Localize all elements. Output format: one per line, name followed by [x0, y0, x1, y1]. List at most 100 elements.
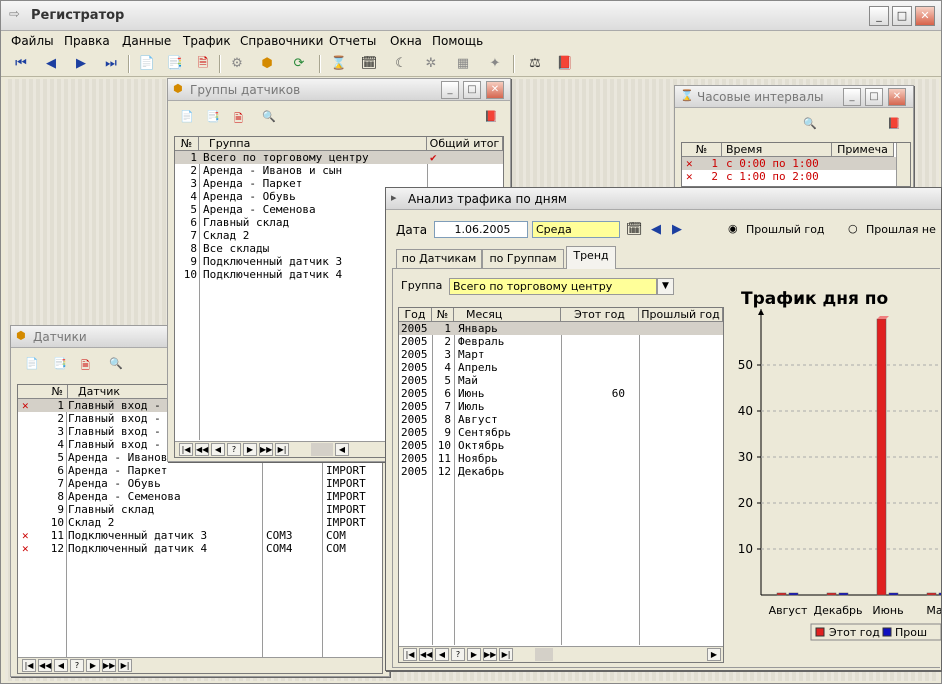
new-doc-icon[interactable]: 📄: [137, 54, 157, 74]
nav-help-button[interactable]: ?: [227, 443, 241, 456]
nav-next-page-button[interactable]: ▶▶: [259, 443, 273, 456]
col-header-note[interactable]: Примеча: [832, 143, 894, 157]
search-icon[interactable]: 🔍: [262, 110, 276, 123]
scrollbar[interactable]: [896, 143, 910, 186]
nav-last-button[interactable]: ▶|: [275, 443, 289, 456]
col-header-total[interactable]: Общий итог: [427, 137, 503, 151]
delete-doc-icon[interactable]: 🗎: [193, 54, 213, 74]
col-header-month[interactable]: Месяц: [454, 308, 561, 322]
scroll-thumb[interactable]: [311, 443, 333, 456]
search-icon[interactable]: 🔍: [803, 117, 817, 130]
menu-windows[interactable]: Окна: [390, 34, 422, 48]
menu-data[interactable]: Данные: [122, 34, 171, 48]
nav-next-page-button[interactable]: ▶▶: [102, 659, 116, 672]
nav-prev-page-button[interactable]: ◀◀: [38, 659, 52, 672]
nav-next-page-button[interactable]: ▶▶: [483, 648, 497, 661]
next-day-icon[interactable]: ▶: [672, 222, 682, 237]
copy-doc-icon[interactable]: 📑: [165, 54, 185, 74]
nav-prev-button[interactable]: ◀: [54, 659, 68, 672]
table-row[interactable]: 2005 6 Июнь 60: [399, 387, 723, 400]
hours-minimize-button[interactable]: _: [843, 88, 861, 106]
menu-help[interactable]: Помощь: [432, 34, 483, 48]
nav-next-button[interactable]: ▶: [243, 443, 257, 456]
scales-icon[interactable]: ⚖: [525, 54, 545, 74]
table-row[interactable]: ✕ 1 с 0:00 по 1:00: [682, 157, 910, 170]
nav-last-button[interactable]: ▶|: [499, 648, 513, 661]
table-row[interactable]: 2005 8 Август: [399, 413, 723, 426]
table-row[interactable]: 2005 12 Декабрь: [399, 465, 723, 478]
calendar-icon[interactable]: 🗓: [626, 222, 643, 237]
col-header-group[interactable]: Группа: [199, 137, 427, 151]
nav-last-button[interactable]: ▶|: [118, 659, 132, 672]
hourglass-icon[interactable]: ⌛: [329, 54, 349, 74]
radio-prev-week[interactable]: ○: [848, 222, 858, 235]
radio-prev-year[interactable]: ◉: [728, 222, 738, 235]
nav-prev-button[interactable]: ◀: [211, 443, 225, 456]
table-row[interactable]: 2005 3 Март: [399, 348, 723, 361]
table-row[interactable]: ✕ 12 Подключенный датчик 4 COM4 COM: [18, 542, 382, 555]
chevron-down-icon[interactable]: ▼: [657, 278, 674, 295]
tool-icon[interactable]: ✦: [485, 54, 505, 74]
menu-files[interactable]: Файлы: [11, 34, 54, 48]
search-icon[interactable]: 🔍: [109, 357, 123, 370]
delete-doc-icon[interactable]: 🗎: [81, 357, 90, 376]
table-row[interactable]: 2005 4 Апрель: [399, 361, 723, 374]
tab-trend[interactable]: Тренд: [566, 246, 616, 269]
nav-next-button[interactable]: ▶: [467, 648, 481, 661]
table-row[interactable]: 2005 10 Октябрь: [399, 439, 723, 452]
col-header-n[interactable]: №: [682, 143, 722, 157]
moon-icon[interactable]: ☾: [391, 54, 411, 74]
col-header-n[interactable]: №: [18, 385, 68, 399]
refresh-icon[interactable]: ⟳: [289, 54, 309, 74]
table-row[interactable]: 2 Аренда - Иванов и сын: [175, 164, 503, 177]
tab-by-groups[interactable]: по Группам: [482, 249, 564, 269]
menu-references[interactable]: Справочники: [240, 34, 323, 48]
groups-maximize-button[interactable]: □: [463, 81, 481, 99]
table-row[interactable]: 2005 11 Ноябрь: [399, 452, 723, 465]
table-row[interactable]: 2005 7 Июль: [399, 400, 723, 413]
cube-icon[interactable]: ⬢: [257, 54, 277, 74]
total-check-icon[interactable]: ✔: [430, 151, 437, 164]
grid-icon[interactable]: ▦: [453, 54, 473, 74]
menu-reports[interactable]: Отчеты: [329, 34, 376, 48]
group-select[interactable]: Всего по торговому центру: [449, 278, 657, 295]
table-row[interactable]: 6 Аренда - Паркет IMPORT: [18, 464, 382, 477]
book-icon[interactable]: 📕: [887, 117, 901, 130]
table-row[interactable]: 2005 9 Сентябрь: [399, 426, 723, 439]
nav-prev-page-button[interactable]: ◀◀: [419, 648, 433, 661]
tab-by-sensors[interactable]: по Датчикам: [396, 249, 482, 269]
menu-traffic[interactable]: Трафик: [183, 34, 231, 48]
copy-doc-icon[interactable]: 📑: [206, 110, 220, 123]
groups-close-button[interactable]: ✕: [486, 81, 504, 99]
col-header-n[interactable]: №: [432, 308, 454, 322]
maximize-button[interactable]: □: [892, 6, 912, 26]
scroll-thumb[interactable]: [535, 648, 553, 661]
delete-doc-icon[interactable]: 🗎: [234, 110, 243, 129]
prev-day-icon[interactable]: ◀: [651, 222, 661, 237]
nav-next-button[interactable]: ▶: [86, 659, 100, 672]
col-header-n[interactable]: №: [175, 137, 199, 151]
nav-help-button[interactable]: ?: [451, 648, 465, 661]
table-row[interactable]: 2005 2 Февраль: [399, 335, 723, 348]
nav-prev-page-button[interactable]: ◀◀: [195, 443, 209, 456]
col-header-this-year[interactable]: Этот год: [561, 308, 639, 322]
table-row[interactable]: 10 Склад 2 IMPORT: [18, 516, 382, 529]
table-row[interactable]: ✕ 2 с 1:00 по 2:00: [682, 170, 910, 183]
settings-icon[interactable]: ⚙: [227, 54, 247, 74]
copy-doc-icon[interactable]: 📑: [53, 357, 67, 370]
nav-first-button[interactable]: |◀: [179, 443, 193, 456]
last-record-icon[interactable]: ⏭: [101, 54, 121, 74]
table-row[interactable]: 2005 1 Январь: [399, 322, 723, 335]
table-row[interactable]: 8 Аренда - Семенова IMPORT: [18, 490, 382, 503]
next-record-icon[interactable]: ▶: [71, 54, 91, 74]
hours-close-button[interactable]: ✕: [888, 88, 906, 106]
nav-prev-button[interactable]: ◀: [435, 648, 449, 661]
table-row[interactable]: 7 Аренда - Обувь IMPORT: [18, 477, 382, 490]
table-row[interactable]: 1 Всего по торговому центру ✔: [175, 151, 503, 164]
nav-first-button[interactable]: |◀: [22, 659, 36, 672]
calendar-icon[interactable]: 🗓: [359, 54, 379, 74]
close-button[interactable]: ✕: [915, 6, 935, 26]
prev-record-icon[interactable]: ◀: [41, 54, 61, 74]
col-header-year[interactable]: Год: [399, 308, 432, 322]
book-icon[interactable]: 📕: [555, 54, 575, 74]
